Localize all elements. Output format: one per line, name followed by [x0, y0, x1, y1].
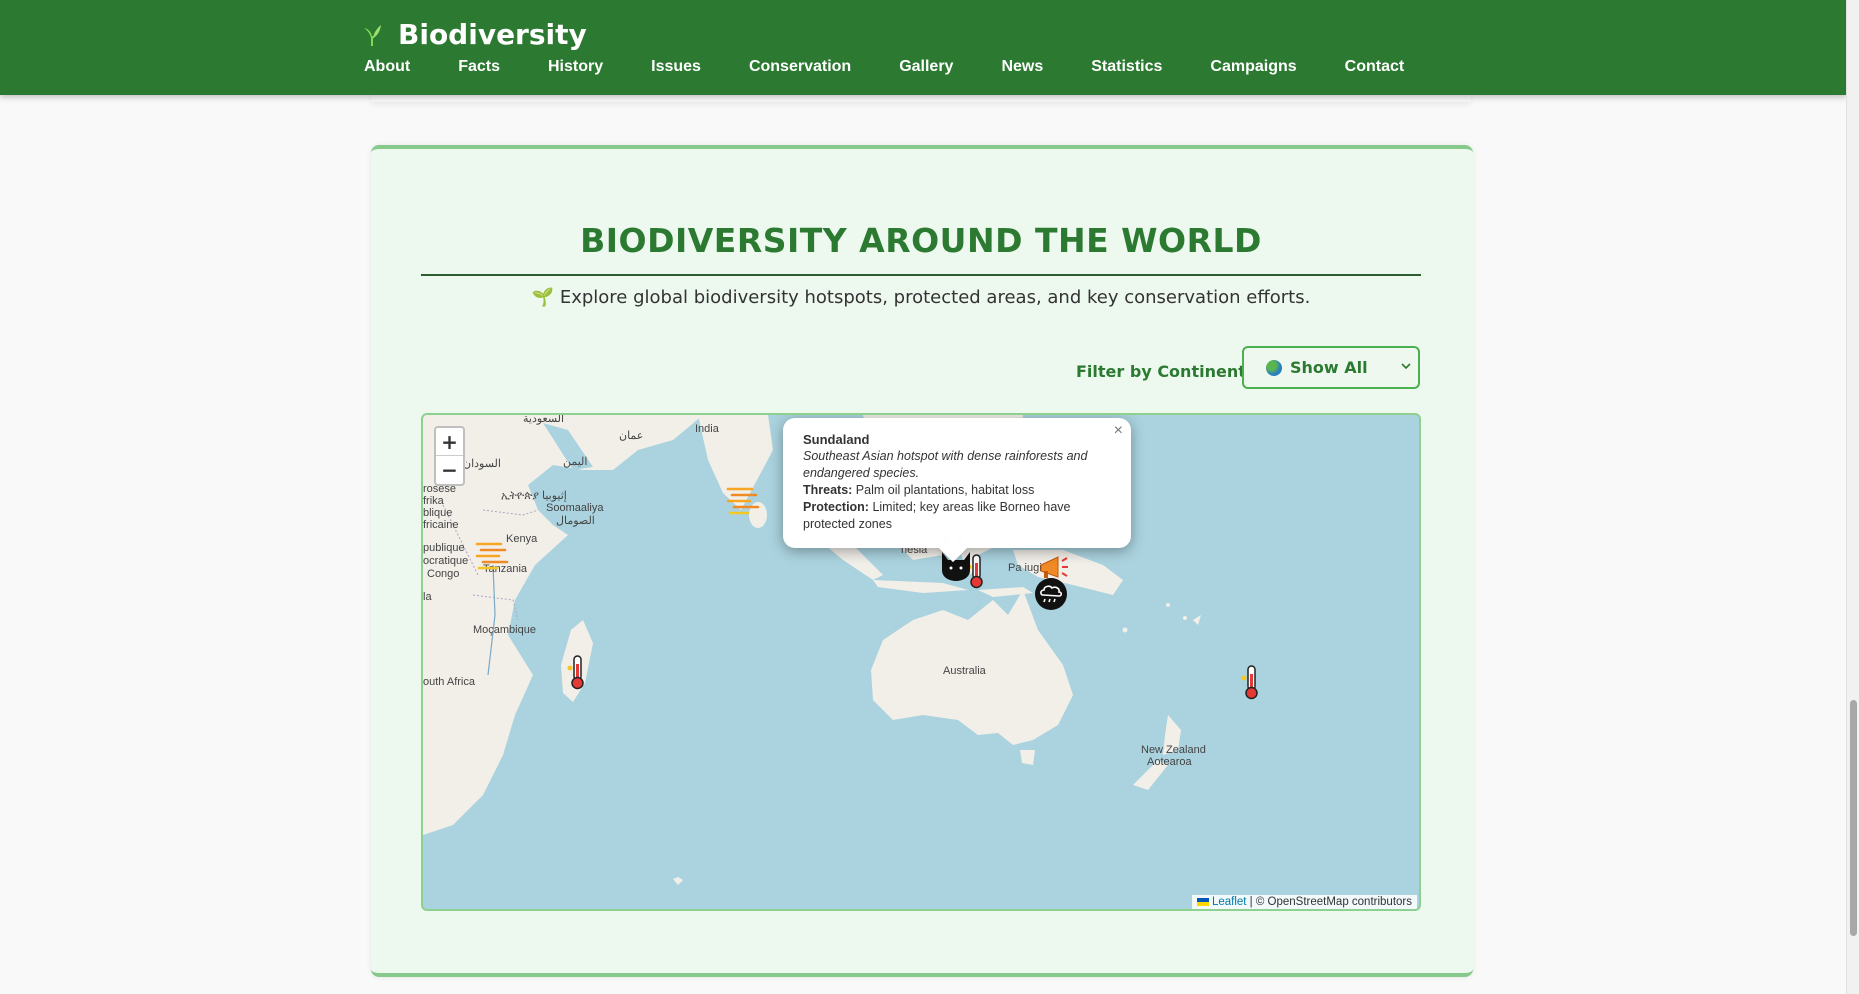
- brand-title: Biodiversity: [398, 18, 587, 51]
- nav-statistics[interactable]: Statistics: [1091, 58, 1162, 76]
- filter-label: Filter by Continent:: [1076, 362, 1253, 381]
- close-icon[interactable]: ×: [1114, 422, 1123, 439]
- nav-history[interactable]: History: [548, 58, 603, 76]
- nav-issues[interactable]: Issues: [651, 58, 701, 76]
- nav-campaigns[interactable]: Campaigns: [1210, 58, 1296, 76]
- threats-value: Palm oil plantations, habitat loss: [852, 483, 1035, 497]
- ukraine-flag-icon: [1196, 897, 1209, 906]
- popup-title: Sundaland: [803, 432, 870, 447]
- map-label-nz2: Aotearoa: [1147, 756, 1192, 768]
- map-label-australia: Australia: [943, 665, 986, 677]
- map-label-car2: frika: [423, 495, 444, 507]
- scrollbar-thumb[interactable]: [1850, 700, 1857, 936]
- map-label-saudi: السعودية: [523, 413, 565, 425]
- nav-about[interactable]: About: [364, 58, 410, 76]
- section-subtitle: 🌱 Explore global biodiversity hotspots, …: [531, 287, 1311, 308]
- thermometer-icon[interactable]: [566, 654, 588, 690]
- map-label-drc2: ocratique: [423, 555, 469, 567]
- map-label-sudan: السودان: [463, 458, 501, 470]
- main-nav: About Facts History Issues Conservation …: [364, 58, 1452, 76]
- nav-contact[interactable]: Contact: [1345, 58, 1405, 76]
- map-label-drc3: Congo: [427, 568, 460, 580]
- map-label-oman: عمان: [619, 430, 644, 442]
- site-header: Biodiversity About Facts History Issues …: [0, 0, 1846, 95]
- leaflet-link[interactable]: Leaflet: [1212, 896, 1247, 908]
- island-marker-icon: [673, 877, 683, 885]
- map-label-somalia: Soomaaliya: [546, 502, 604, 514]
- popup-threats: Threats: Palm oil plantations, habitat l…: [803, 482, 1111, 499]
- section-title: BIODIVERSITY AROUND THE WORLD: [580, 221, 1262, 260]
- protection-label: Protection:: [803, 500, 869, 514]
- map-label-la: la: [423, 591, 432, 603]
- map-label-drc1: publique: [423, 542, 465, 554]
- nav-conservation[interactable]: Conservation: [749, 58, 851, 76]
- osm-attribution: | © OpenStreetMap contributors: [1246, 896, 1412, 908]
- nav-gallery[interactable]: Gallery: [899, 58, 953, 76]
- popup-protection: Protection: Limited; key areas like Born…: [803, 499, 1111, 533]
- world-map-section: BIODIVERSITY AROUND THE WORLD 🌱 Explore …: [371, 145, 1473, 977]
- leaf-icon: [364, 24, 381, 46]
- map-label-ethiopia: ኢትዮጵያ إثيوبيا: [501, 490, 567, 502]
- map-label-india: India: [695, 423, 719, 435]
- filter-selected-value: Show All: [1290, 358, 1368, 377]
- wind-icon[interactable]: [475, 540, 509, 572]
- thermometer-icon[interactable]: [1240, 664, 1262, 700]
- popup-description: Southeast Asian hotspot with dense rainf…: [803, 449, 1088, 480]
- chevron-down-icon: [1401, 363, 1411, 370]
- globe-icon: [1266, 359, 1282, 376]
- page-scrollbar[interactable]: [1846, 0, 1859, 994]
- map-label-car3: blique: [423, 507, 453, 519]
- title-divider: [421, 274, 1421, 276]
- nav-facts[interactable]: Facts: [458, 58, 500, 76]
- map-popup: × Sundaland Southeast Asian hotspot with…: [783, 418, 1131, 563]
- map-label-car4: fricaine: [423, 519, 459, 531]
- world-map[interactable]: السعودية India عمان اليمن السودان ኢትዮጵያ …: [421, 413, 1421, 911]
- rain-cloud-icon[interactable]: [1034, 577, 1068, 611]
- map-label-nz1: New Zealand: [1141, 744, 1206, 756]
- map-label-kenya: Kenya: [506, 533, 538, 545]
- map-label-mozambique: Moçambique: [473, 624, 536, 636]
- map-label-somalia-ar: الصومال: [556, 515, 595, 527]
- nav-news[interactable]: News: [1001, 58, 1043, 76]
- map-label-yemen: اليمن: [563, 456, 588, 468]
- continent-filter-select[interactable]: Show All: [1242, 346, 1420, 389]
- threats-label: Threats:: [803, 483, 853, 497]
- map-label-south-africa: outh Africa: [423, 676, 475, 688]
- zoom-in-button[interactable]: +: [436, 428, 463, 456]
- brand[interactable]: Biodiversity: [360, 18, 587, 51]
- zoom-control: + −: [434, 426, 465, 486]
- map-attribution: Leaflet | © OpenStreetMap contributors: [1191, 895, 1417, 909]
- wind-icon[interactable]: [726, 485, 760, 517]
- zoom-out-button[interactable]: −: [436, 456, 463, 484]
